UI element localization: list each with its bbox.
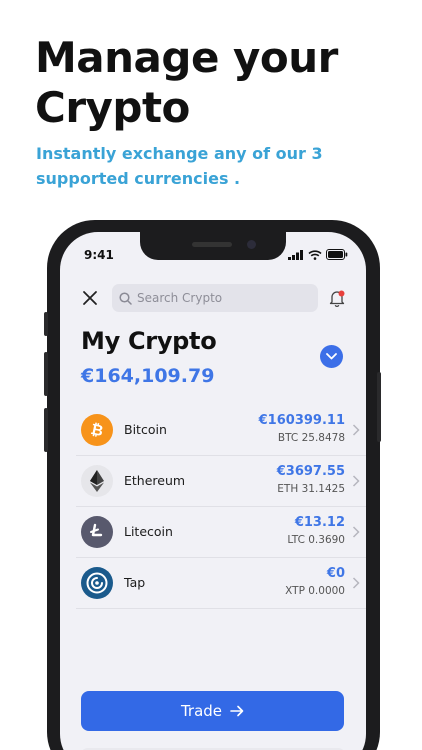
coin-name: Litecoin [124, 524, 173, 539]
phone-notch [140, 232, 286, 260]
phone-power-button [377, 372, 381, 442]
phone-screen: 9:41 My Crypto €164,109.79 [60, 232, 366, 750]
phone-volume-down [44, 408, 48, 452]
chevron-right-icon [352, 526, 360, 538]
coin-name: Ethereum [124, 473, 186, 488]
coin-name: Bitcoin [124, 422, 167, 437]
coin-row-bitcoin[interactable]: ₿ Bitcoin €160399.11 BTC 25.8478 [76, 405, 366, 456]
coin-amount: XTP 0.0000 [285, 585, 345, 597]
page-title: My Crypto [81, 327, 217, 355]
chevron-right-icon [352, 475, 360, 487]
status-icons [288, 249, 348, 260]
coin-list: ₿ Bitcoin €160399.11 BTC 25.8478 Ethereu… [76, 405, 366, 609]
search-bar[interactable] [112, 284, 318, 312]
currency-dropdown-button[interactable] [320, 345, 343, 368]
coin-name: Tap [124, 575, 146, 590]
coin-value: €160399.11 [258, 413, 345, 428]
coin-value: €0 [326, 566, 345, 581]
battery-icon [326, 249, 348, 260]
coin-row-tap[interactable]: Tap €0 XTP 0.0000 [76, 558, 366, 609]
notification-dot [338, 290, 345, 297]
headline-line-2: Crypto [35, 83, 190, 132]
chevron-right-icon [352, 577, 360, 589]
phone-volume-up [44, 352, 48, 396]
ethereum-icon [81, 465, 113, 497]
coin-row-litecoin[interactable]: Litecoin €13.12 LTC 0.3690 [76, 507, 366, 558]
arrow-right-icon [230, 705, 244, 717]
wifi-icon [308, 249, 322, 260]
headline-line-1: Manage your [35, 33, 338, 82]
marketing-subline: Instantly exchange any of our 3 supporte… [36, 144, 323, 188]
litecoin-icon [81, 516, 113, 548]
marketing-headline: Manage your Crypto [35, 33, 338, 133]
trade-button[interactable]: Trade [81, 691, 344, 731]
tap-icon [81, 567, 113, 599]
coin-row-ethereum[interactable]: Ethereum €3697.55 ETH 31.1425 [76, 456, 366, 507]
phone-side-button [44, 312, 48, 336]
bell-icon[interactable] [326, 287, 348, 309]
portfolio-total: €164,109.79 [81, 365, 215, 387]
chevron-right-icon [352, 424, 360, 436]
bitcoin-icon: ₿ [81, 414, 113, 446]
coin-value: €3697.55 [276, 464, 345, 479]
chevron-down-icon [326, 353, 337, 360]
search-icon [119, 291, 132, 305]
search-input[interactable] [137, 291, 307, 305]
camera-icon [247, 240, 256, 249]
coin-value: €13.12 [294, 515, 345, 530]
status-time: 9:41 [84, 248, 114, 262]
close-icon[interactable] [80, 288, 100, 308]
signal-icon [288, 249, 303, 260]
coin-amount: LTC 0.3690 [287, 534, 345, 546]
coin-amount: ETH 31.1425 [277, 483, 345, 495]
svg-text:₿: ₿ [89, 420, 105, 440]
coin-amount: BTC 25.8478 [277, 432, 345, 444]
speaker-grille [192, 242, 232, 247]
trade-label: Trade [180, 702, 223, 720]
